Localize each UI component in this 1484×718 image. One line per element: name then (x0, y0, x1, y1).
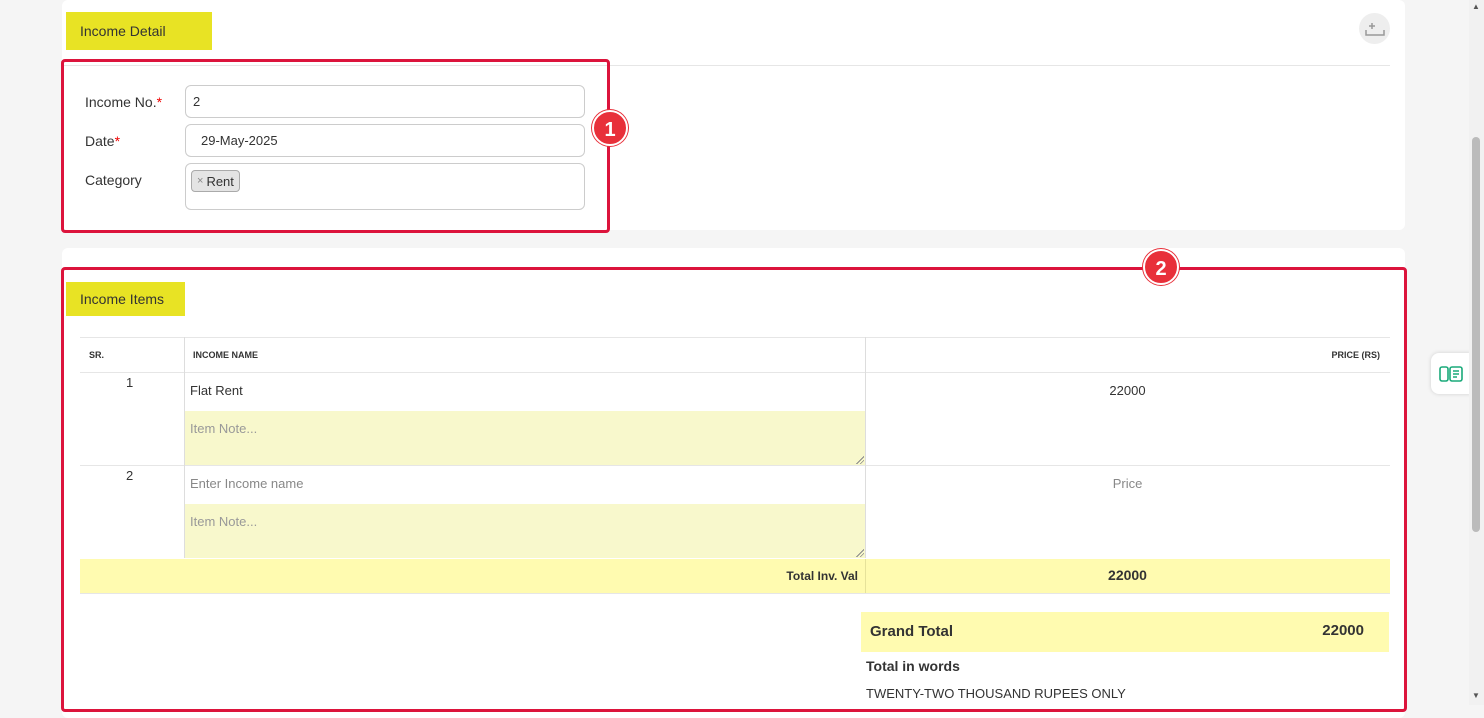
scroll-down-icon[interactable]: ▼ (1472, 691, 1480, 700)
scroll-up-icon[interactable]: ▲ (1472, 2, 1480, 11)
scroll-thumb[interactable] (1472, 137, 1480, 532)
vertical-scrollbar[interactable]: ▲ ▼ (1469, 0, 1484, 705)
income-detail-title: Income Detail (66, 12, 212, 50)
annotation-box-2 (61, 267, 1407, 712)
add-row-icon[interactable] (1359, 13, 1390, 44)
notes-widget-icon[interactable] (1431, 353, 1471, 394)
annotation-box-1 (61, 59, 610, 233)
annotation-badge-1: 1 (592, 110, 628, 146)
annotation-badge-2: 2 (1143, 249, 1179, 285)
